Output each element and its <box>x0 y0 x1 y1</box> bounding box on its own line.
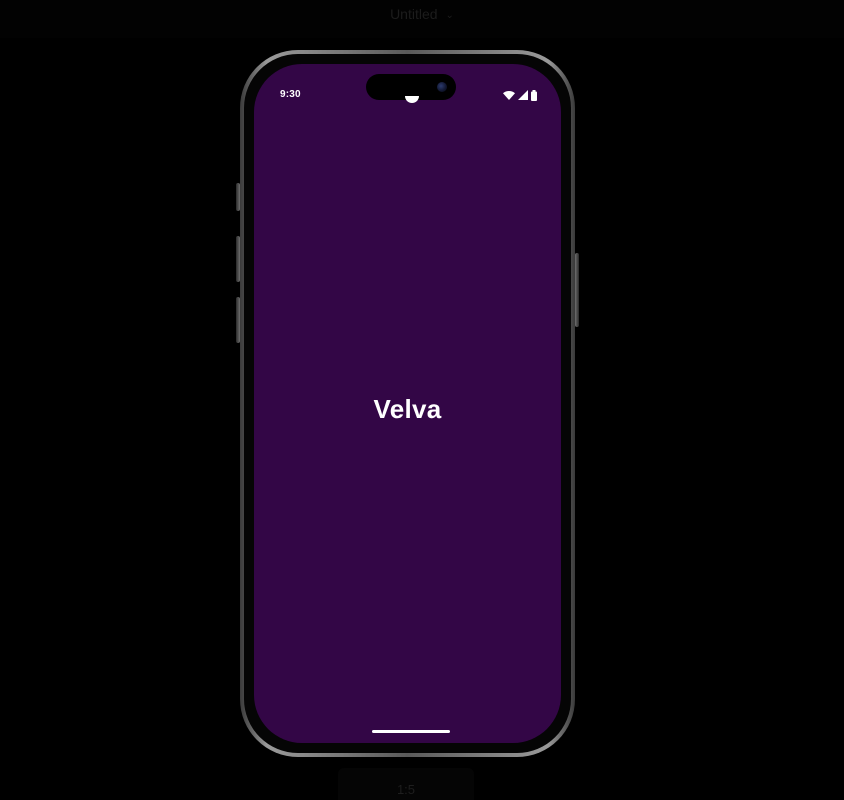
document-title-menu[interactable]: Untitled ⌄ <box>0 6 844 22</box>
front-camera-icon <box>437 82 447 92</box>
zoom-level-label[interactable]: 1:5 <box>338 782 474 797</box>
home-indicator[interactable] <box>372 730 450 733</box>
phone-frame: 9:30 Velva <box>240 50 575 757</box>
phone-bezel: 9:30 Velva <box>244 54 571 753</box>
editor-bottom-toolbar: 1:5 <box>338 768 474 800</box>
dynamic-island <box>366 74 456 103</box>
phone-screen: 9:30 Velva <box>254 64 561 743</box>
chevron-down-icon: ⌄ <box>445 10 454 21</box>
document-title: Untitled <box>390 6 438 22</box>
island-activity-indicator <box>405 96 419 103</box>
app-title: Velva <box>373 394 442 424</box>
editor-top-bar: Untitled ⌄ <box>0 0 844 38</box>
design-canvas: Untitled ⌄ 9:30 Velva 1:5 <box>0 0 844 800</box>
wifi-icon <box>503 90 515 100</box>
cellular-signal-icon <box>518 90 528 100</box>
battery-icon <box>531 89 537 101</box>
status-bar-time: 9:30 <box>280 89 301 100</box>
status-bar-icons <box>503 89 537 101</box>
phone-power-button <box>575 253 579 327</box>
